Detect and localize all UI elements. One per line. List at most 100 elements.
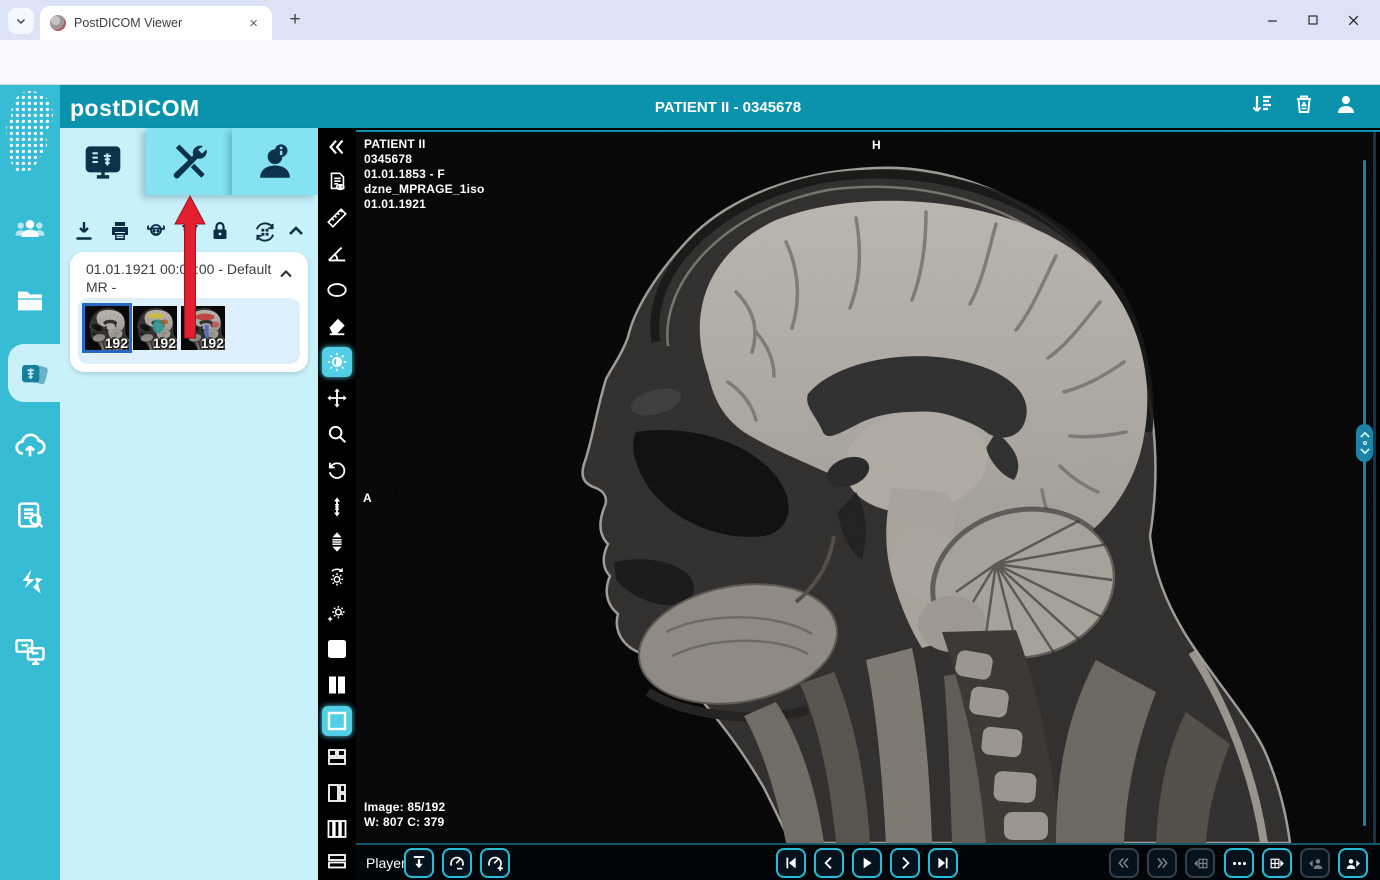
ruler-tool[interactable] bbox=[322, 203, 352, 233]
sidebar-item-cloud-upload[interactable] bbox=[0, 416, 60, 474]
series-group-card[interactable]: 01.01.1921 00:00:00 - Default MR - 192 1… bbox=[70, 252, 308, 372]
image-viewport[interactable]: PATIENT II 0345678 01.01.1853 - F dzne_M… bbox=[356, 130, 1380, 880]
eraser-tool[interactable] bbox=[322, 311, 352, 341]
anonymize-icon[interactable] bbox=[144, 219, 168, 243]
chevrons-left-icon bbox=[1118, 857, 1129, 869]
layout-2top-1bottom-button[interactable] bbox=[322, 742, 352, 772]
next-image-button[interactable] bbox=[890, 848, 920, 878]
filled-square-icon bbox=[328, 640, 346, 658]
series-thumbnail-2[interactable]: 192 bbox=[133, 306, 177, 350]
skip-first-icon bbox=[786, 857, 796, 869]
image-count-badge: 192 bbox=[104, 335, 128, 350]
speed-down-button[interactable] bbox=[442, 848, 472, 878]
delete-icon[interactable] bbox=[178, 219, 202, 243]
previous-patient-button[interactable] bbox=[1300, 848, 1330, 878]
print-icon[interactable] bbox=[108, 219, 132, 243]
tab-close-button[interactable]: × bbox=[245, 14, 262, 33]
fast-backward-button[interactable] bbox=[1109, 848, 1139, 878]
pan-tool[interactable] bbox=[322, 383, 352, 413]
account-icon[interactable] bbox=[1334, 92, 1358, 116]
last-image-button[interactable] bbox=[928, 848, 958, 878]
layout-2rows-button[interactable] bbox=[322, 846, 352, 876]
vertical-scroll-icon bbox=[334, 497, 340, 517]
layout-1x2-button[interactable] bbox=[322, 670, 352, 700]
grid-left-icon bbox=[1193, 858, 1207, 868]
sidebar-item-sync-transfer[interactable] bbox=[0, 554, 60, 612]
brain-logo bbox=[6, 91, 53, 174]
rotate-tool[interactable] bbox=[322, 455, 352, 485]
previous-series-grid-button[interactable] bbox=[1185, 848, 1215, 878]
monitor-xray-icon bbox=[85, 145, 121, 179]
three-columns-icon bbox=[327, 820, 347, 838]
layout-3columns-button[interactable] bbox=[322, 814, 352, 844]
scroll-slices-tool[interactable] bbox=[322, 492, 352, 522]
image-count-badge: 192 bbox=[200, 335, 224, 350]
ellipse-roi-tool[interactable] bbox=[322, 275, 352, 305]
layout-current-button[interactable] bbox=[322, 706, 352, 736]
collapse-series-icon[interactable] bbox=[276, 264, 296, 284]
angle-tool[interactable] bbox=[322, 239, 352, 269]
angle-icon bbox=[328, 246, 346, 262]
sidebar-item-folders[interactable] bbox=[0, 272, 60, 330]
next-patient-button[interactable] bbox=[1338, 848, 1368, 878]
chevron-up-icon bbox=[1359, 432, 1370, 438]
chevron-right-icon bbox=[902, 857, 910, 869]
lock-icon[interactable] bbox=[208, 219, 232, 243]
folder-icon bbox=[18, 291, 42, 311]
download-icon[interactable] bbox=[72, 219, 96, 243]
site-favicon bbox=[50, 15, 66, 31]
sort-descending-icon[interactable] bbox=[1250, 92, 1274, 116]
dial-minus-icon bbox=[450, 856, 464, 870]
sidebar-item-worklist-search[interactable] bbox=[0, 486, 60, 544]
cine-stack-tool[interactable] bbox=[322, 527, 352, 557]
tab-patient-info[interactable] bbox=[232, 128, 318, 195]
minimize-button[interactable] bbox=[1266, 14, 1279, 27]
collapse-up-icon[interactable] bbox=[284, 219, 308, 243]
recycle-bin-icon[interactable] bbox=[1292, 92, 1316, 116]
dial-plus-icon bbox=[488, 856, 503, 871]
series-thumbnail-3[interactable]: 192 bbox=[181, 306, 225, 350]
collapse-panel-button[interactable] bbox=[322, 132, 352, 162]
tab-search-button[interactable] bbox=[8, 8, 34, 34]
maximize-button[interactable] bbox=[1307, 14, 1319, 26]
next-series-grid-button[interactable] bbox=[1262, 848, 1292, 878]
fast-forward-button[interactable] bbox=[1147, 848, 1177, 878]
sidebar-item-image-stack[interactable] bbox=[8, 344, 60, 402]
close-window-button[interactable] bbox=[1347, 14, 1360, 27]
skip-last-icon bbox=[938, 857, 948, 869]
browser-tab[interactable]: PostDICOM Viewer × bbox=[40, 6, 272, 40]
image-stack-icon bbox=[22, 364, 48, 385]
sidebar-item-patient-groups[interactable] bbox=[0, 200, 60, 258]
sidebar-item-remote-monitors[interactable] bbox=[0, 622, 60, 680]
person-right-icon bbox=[1346, 858, 1360, 869]
layout-1-2-icon bbox=[328, 784, 346, 802]
layout-1x1-button[interactable] bbox=[322, 634, 352, 664]
previous-image-button[interactable] bbox=[814, 848, 844, 878]
tools-icon bbox=[173, 144, 207, 178]
tab-tools[interactable] bbox=[146, 128, 232, 195]
outline-square-icon bbox=[327, 711, 347, 731]
slice-slider-thumb[interactable] bbox=[1356, 424, 1373, 462]
tab-viewer-settings[interactable] bbox=[60, 128, 146, 195]
report-tool[interactable] bbox=[322, 167, 352, 197]
speed-up-button[interactable] bbox=[480, 848, 510, 878]
zoom-tool[interactable] bbox=[322, 419, 352, 449]
first-image-button[interactable] bbox=[776, 848, 806, 878]
dot-icon bbox=[1362, 440, 1367, 446]
play-button[interactable] bbox=[852, 848, 882, 878]
series-thumbnail-1[interactable]: 192 bbox=[82, 303, 132, 353]
postdicom-viewer-window: PostDICOM Viewer × + germany.postdicom.c… bbox=[0, 0, 1380, 880]
more-options-button[interactable] bbox=[1224, 848, 1254, 878]
cycle-layout-icon[interactable] bbox=[252, 219, 278, 245]
layout-1left-2right-button[interactable] bbox=[322, 778, 352, 808]
header-actions bbox=[1250, 92, 1358, 116]
slice-slider-track[interactable] bbox=[1363, 160, 1366, 826]
export-cine-button[interactable] bbox=[404, 848, 434, 878]
window-level-tool[interactable] bbox=[322, 347, 352, 377]
new-tab-button[interactable]: + bbox=[284, 10, 306, 32]
window-controls bbox=[1266, 0, 1372, 40]
reset-settings-tool[interactable] bbox=[322, 563, 352, 593]
auto-adjust-tool[interactable] bbox=[322, 598, 352, 628]
two-bars-icon bbox=[329, 676, 345, 694]
series-group-title: 01.01.1921 00:00:00 - Default MR - bbox=[86, 261, 272, 295]
